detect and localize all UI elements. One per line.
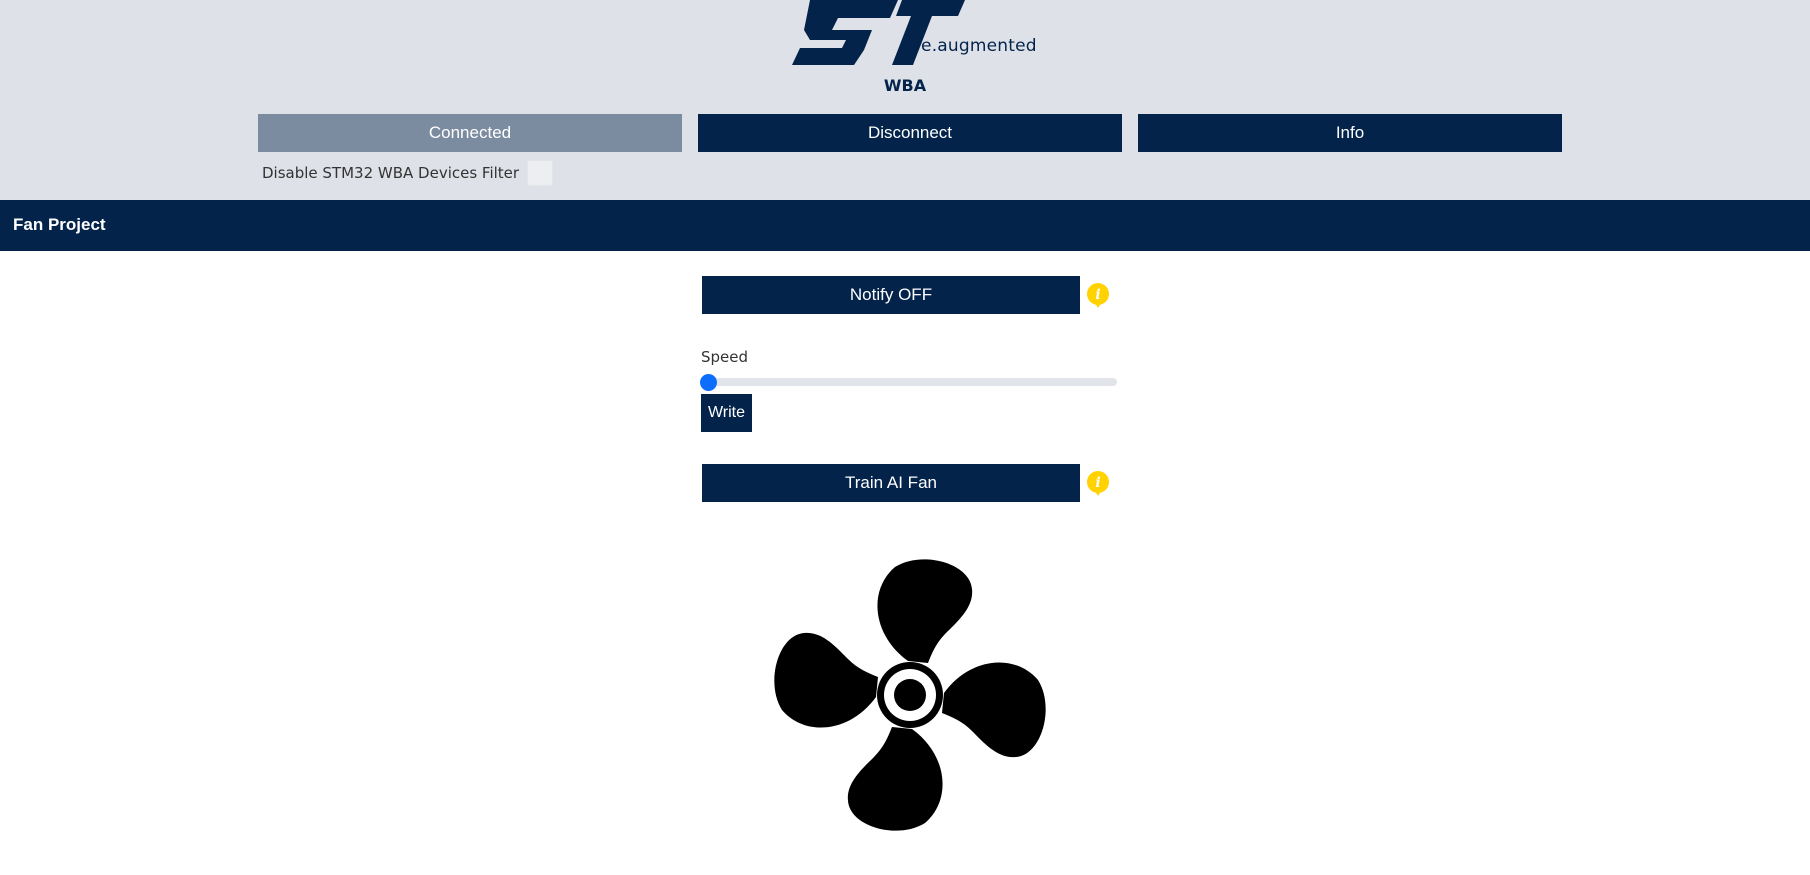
device-filter: Disable STM32 WBA Devices Filter [262, 160, 554, 186]
speed-label: Speed [701, 348, 749, 366]
device-filter-label: Disable STM32 WBA Devices Filter [262, 164, 520, 182]
device-filter-checkbox[interactable] [527, 160, 554, 186]
page-title: Fan Project [13, 215, 106, 234]
disconnect-button[interactable]: Disconnect [698, 114, 1122, 152]
speed-slider[interactable] [701, 378, 1117, 386]
st-logo [792, 0, 965, 65]
connected-button[interactable]: Connected [258, 114, 682, 152]
device-label: WBA [883, 76, 927, 95]
write-button[interactable]: Write [701, 394, 752, 432]
info-icon[interactable]: i [1086, 282, 1110, 308]
navbar: Fan Project [0, 200, 1810, 251]
fan-icon [774, 559, 1046, 831]
svg-text:i: i [1095, 287, 1100, 303]
train-ai-fan-button[interactable]: Train AI Fan [702, 464, 1080, 502]
info-icon[interactable]: i [1086, 470, 1110, 496]
svg-text:i: i [1095, 475, 1100, 491]
info-button[interactable]: Info [1138, 114, 1562, 152]
notify-button[interactable]: Notify OFF [702, 276, 1080, 314]
speed-slider-thumb[interactable] [700, 374, 717, 391]
logo-tagline: life.augmented [905, 36, 1037, 56]
header: life.augmented WBA Connected Disconnect … [0, 0, 1810, 200]
